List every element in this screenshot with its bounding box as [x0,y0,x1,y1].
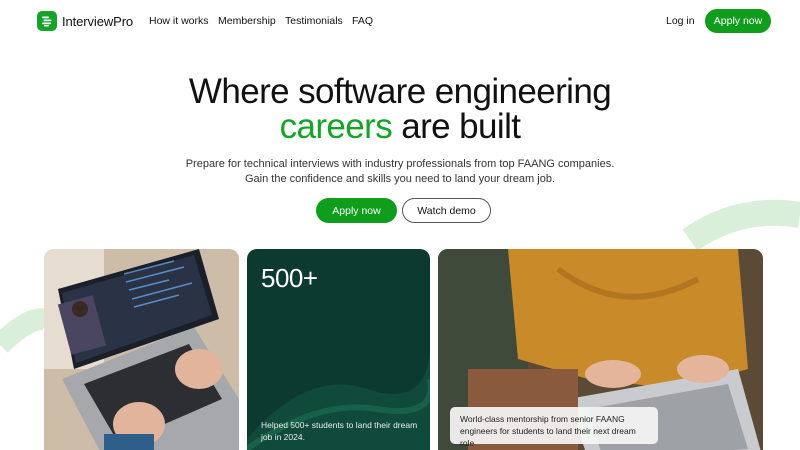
header-apply-button[interactable]: Apply now [705,9,771,33]
laptop-coding-photo [44,249,239,450]
hero-apply-button[interactable]: Apply now [316,198,397,223]
nav-membership[interactable]: Membership [218,15,276,27]
logo[interactable]: InterviewPro [37,11,133,31]
nav-how-it-works[interactable]: How it works [149,15,209,27]
stacked-lines-icon [37,11,57,31]
stat-caption: Helped 500+ students to land their dream… [261,420,418,442]
login-link[interactable]: Log in [666,15,695,27]
hero-title-accent: careers [279,107,393,146]
watch-demo-button[interactable]: Watch demo [402,198,491,223]
nav-testimonials[interactable]: Testimonials [285,15,343,27]
hero-title-line1: Where software engineering [188,72,612,111]
stat-card: 500+ Helped 500+ students to land their … [247,249,430,450]
stat-value: 500+ [261,263,318,293]
nav-faq[interactable]: FAQ [352,15,373,27]
mentorship-photo-card: World-class mentorship from senior FAANG… [438,249,763,450]
brand-name: InterviewPro [62,13,134,29]
hero-title-line2: careers are built [0,109,800,145]
hero-subtitle-line2: Gain the confidence and skills you need … [244,173,556,185]
hero-subtitle-line1: Prepare for technical interviews with in… [185,158,615,170]
mentorship-caption: World-class mentorship from senior FAANG… [450,407,658,448]
site-header: InterviewPro How it works Membership Tes… [0,0,800,42]
hero-title-rest: are built [392,107,521,146]
laptop-photo-card [44,249,239,450]
